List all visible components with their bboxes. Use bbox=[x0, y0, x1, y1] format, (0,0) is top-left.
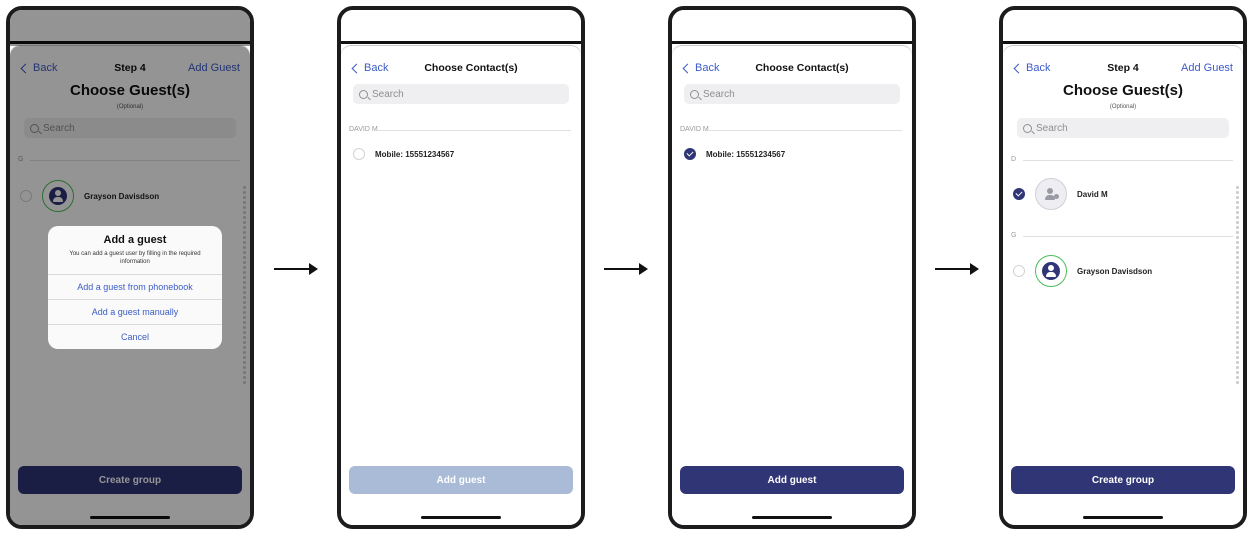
section-header: G bbox=[1011, 232, 1017, 239]
search-icon bbox=[359, 89, 368, 99]
phone-screen-1: Back Step 4 Add Guest Choose Guest(s) (O… bbox=[6, 6, 254, 529]
avatar bbox=[1035, 255, 1067, 287]
page-subtitle: (Optional) bbox=[1109, 104, 1137, 110]
search-placeholder: Search bbox=[703, 88, 735, 100]
section-header: DAVID M bbox=[680, 126, 709, 133]
search-icon bbox=[1023, 123, 1032, 133]
phone-screen-3: Back Choose Contact(s) Search DAVID M Mo… bbox=[668, 6, 916, 529]
person-add-icon bbox=[1042, 185, 1060, 203]
status-area bbox=[672, 10, 912, 44]
guest-name: Grayson Davisdson bbox=[1077, 266, 1153, 276]
checkmark-icon[interactable] bbox=[1013, 188, 1025, 200]
modal-sheet: Back Choose Contact(s) Search DAVID M Mo… bbox=[672, 46, 912, 525]
section-divider bbox=[708, 130, 902, 131]
list-item[interactable]: David M bbox=[1013, 174, 1233, 214]
alphabet-index[interactable] bbox=[1236, 186, 1240, 384]
section-divider bbox=[1023, 160, 1233, 161]
section-divider bbox=[1023, 236, 1233, 237]
person-icon bbox=[1042, 262, 1060, 280]
search-input[interactable]: Search bbox=[1017, 118, 1229, 138]
nav-bar: Back Step 4 Add Guest bbox=[1003, 62, 1243, 84]
contact-number: Mobile: 15551234567 bbox=[375, 149, 455, 159]
nav-title: Choose Contact(s) bbox=[424, 62, 518, 74]
modal-sheet: Back Choose Contact(s) Search DAVID M Mo… bbox=[341, 46, 581, 525]
create-group-button[interactable]: Create group bbox=[1011, 466, 1235, 494]
avatar bbox=[1035, 178, 1067, 210]
section-header: D bbox=[1011, 156, 1017, 163]
contact-number: Mobile: 15551234567 bbox=[706, 149, 786, 159]
arrow-right-icon bbox=[604, 263, 648, 275]
select-radio[interactable] bbox=[353, 148, 365, 160]
nav-bar: Back Choose Contact(s) bbox=[341, 62, 581, 84]
dim-overlay-top bbox=[10, 10, 250, 46]
arrow-right-icon bbox=[935, 263, 979, 275]
section-divider bbox=[377, 130, 571, 131]
home-indicator bbox=[1083, 516, 1163, 519]
checkmark-icon[interactable] bbox=[684, 148, 696, 160]
list-item[interactable]: Mobile: 15551234567 bbox=[353, 146, 571, 162]
search-placeholder: Search bbox=[1036, 122, 1068, 134]
add-manually-button[interactable]: Add a guest manually bbox=[48, 299, 222, 324]
phone-screen-2: Back Choose Contact(s) Search DAVID M Mo… bbox=[337, 6, 585, 529]
page-title: Choose Guest(s) bbox=[1062, 82, 1183, 99]
add-guest-button[interactable]: Add guest bbox=[680, 466, 904, 494]
add-guest-dialog: Add a guest You can add a guest user by … bbox=[48, 226, 222, 350]
search-icon bbox=[690, 89, 699, 99]
add-guest-button[interactable]: Add guest bbox=[349, 466, 573, 494]
select-radio[interactable] bbox=[1013, 265, 1025, 277]
list-item[interactable]: Mobile: 15551234567 bbox=[684, 146, 902, 162]
section-header: DAVID M bbox=[349, 126, 378, 133]
home-indicator bbox=[752, 516, 832, 519]
home-indicator bbox=[421, 516, 501, 519]
phone-screen-4: Back Step 4 Add Guest Choose Guest(s) (O… bbox=[999, 6, 1247, 529]
status-area bbox=[1003, 10, 1243, 44]
add-from-phonebook-button[interactable]: Add a guest from phonebook bbox=[48, 274, 222, 299]
search-input[interactable]: Search bbox=[353, 84, 569, 104]
status-area bbox=[341, 10, 581, 44]
cancel-button[interactable]: Cancel bbox=[48, 324, 222, 349]
nav-bar: Back Choose Contact(s) bbox=[672, 62, 912, 84]
search-input[interactable]: Search bbox=[684, 84, 900, 104]
dialog-title: Add a guest bbox=[103, 234, 167, 246]
arrow-right-icon bbox=[274, 263, 318, 275]
dialog-message: You can add a guest user by filling in t… bbox=[69, 251, 201, 266]
guest-name: David M bbox=[1077, 189, 1108, 199]
search-placeholder: Search bbox=[372, 88, 404, 100]
modal-sheet: Back Step 4 Add Guest Choose Guest(s) (O… bbox=[1003, 46, 1243, 525]
list-item[interactable]: Grayson Davisdson bbox=[1013, 251, 1233, 291]
add-guest-button[interactable]: Add Guest bbox=[1181, 62, 1233, 74]
nav-title: Choose Contact(s) bbox=[755, 62, 849, 74]
